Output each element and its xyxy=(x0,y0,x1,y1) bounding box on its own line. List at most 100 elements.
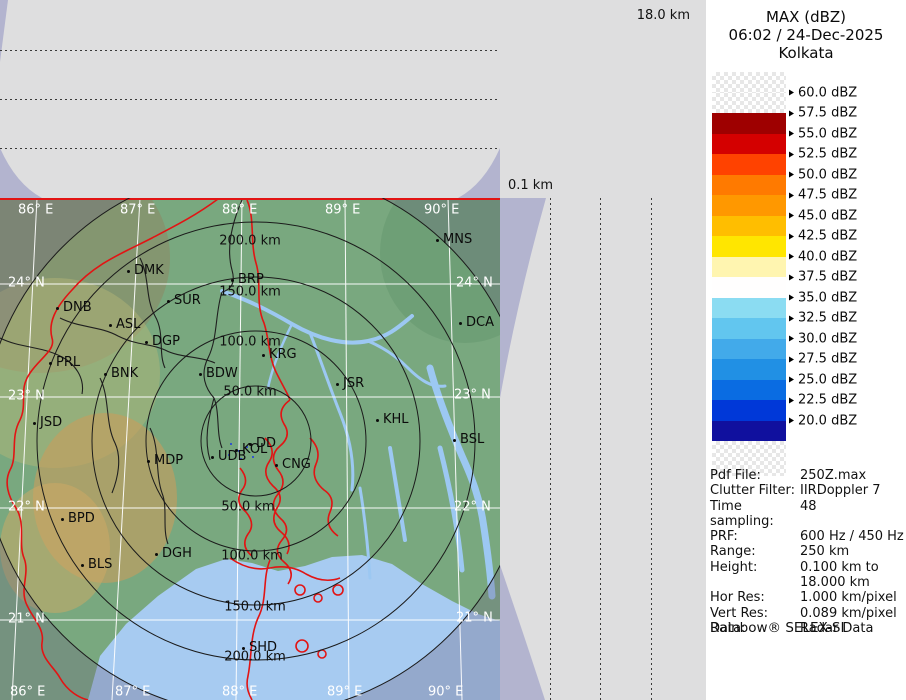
legend-swatch xyxy=(712,380,786,401)
graticule-label: 87° E xyxy=(115,685,150,700)
station-dot xyxy=(167,300,170,303)
legend-label: 47.5 dBZ xyxy=(789,188,857,203)
height-gridline xyxy=(651,198,652,700)
graticule-label: 87° E xyxy=(120,203,155,218)
legend-swatch xyxy=(712,318,786,339)
product-title: MAX (dBZ) xyxy=(706,8,906,26)
height-axis-max-label: 18.0 km xyxy=(637,8,690,23)
metadata-row: PRF:600 Hz / 450 Hz xyxy=(710,529,904,544)
station-code: SUR xyxy=(174,293,201,308)
legend-arrow-icon xyxy=(789,356,794,362)
metadata-row: Range:250 km xyxy=(710,544,904,559)
graticule-label: 21° N xyxy=(8,612,45,627)
station-dot xyxy=(61,518,64,521)
metadata-value: 0.100 km to xyxy=(800,560,904,575)
legend-arrow-icon xyxy=(789,110,794,116)
station-dot xyxy=(147,460,150,463)
station-dot xyxy=(242,647,245,650)
graticule-label: 90° E xyxy=(424,203,459,218)
station-code: ASL xyxy=(116,317,140,332)
height-gridline xyxy=(0,50,500,51)
graticule-label: 86° E xyxy=(10,685,45,700)
product-metadata: Pdf File:250Z.maxClutter Filter:IIRDoppl… xyxy=(710,468,904,636)
station-code: DMK xyxy=(134,263,164,278)
station-dot xyxy=(231,279,234,282)
legend-label: 40.0 dBZ xyxy=(789,249,857,264)
metadata-label: Hor Res: xyxy=(710,590,800,605)
station-code: BLS xyxy=(88,557,112,572)
legend-arrow-icon xyxy=(789,254,794,260)
legend-arrow-icon xyxy=(789,131,794,137)
legend-label: 20.0 dBZ xyxy=(789,413,857,428)
radar-site-name: Kolkata xyxy=(706,44,906,62)
graticule-label: 23° N xyxy=(454,388,491,403)
station-code: JSD xyxy=(40,415,62,430)
legend-swatch xyxy=(712,257,786,278)
legend-label: 60.0 dBZ xyxy=(789,85,857,100)
legend-swatch xyxy=(712,236,786,257)
station-code: BDW xyxy=(206,366,238,381)
station-code: DCA xyxy=(466,315,494,330)
software-brand: Rainbow® SELEX-SI xyxy=(710,620,844,636)
graticule-label: 23° N xyxy=(8,389,45,404)
graticule-label: 22° N xyxy=(454,500,491,515)
legend-label: 55.0 dBZ xyxy=(789,126,857,141)
color-scale xyxy=(712,72,786,476)
metadata-value: 18.000 km xyxy=(800,575,904,590)
station-code: BPD xyxy=(68,511,95,526)
legend-label: 52.5 dBZ xyxy=(789,147,857,162)
right-height-profile-panel xyxy=(500,198,706,700)
legend-swatch xyxy=(712,93,786,114)
legend-arrow-icon xyxy=(789,315,794,321)
graticule-label: 89° E xyxy=(327,685,362,700)
station-code: PRL xyxy=(56,355,80,370)
station-dot xyxy=(211,456,214,459)
title-block: MAX (dBZ) 06:02 / 24-Dec-2025 Kolkata xyxy=(706,8,906,62)
legend-swatch xyxy=(712,113,786,134)
metadata-row: Hor Res:1.000 km/pixel xyxy=(710,590,904,605)
station-dot xyxy=(376,419,379,422)
metadata-label: Pdf File: xyxy=(710,468,800,483)
top-height-profile-panel xyxy=(0,0,500,198)
legend-label: 42.5 dBZ xyxy=(789,229,857,244)
metadata-value: 600 Hz / 450 Hz xyxy=(800,529,904,544)
station-code: JSR xyxy=(343,376,364,391)
station-code: CNG xyxy=(282,457,311,472)
graticule-label: 88° E xyxy=(222,203,257,218)
station-dot xyxy=(275,464,278,467)
metadata-label: Range: xyxy=(710,544,800,559)
station-code: DGH xyxy=(162,546,192,561)
station-dot xyxy=(56,307,59,310)
station-code: MNS xyxy=(443,232,472,247)
legend-label: 27.5 dBZ xyxy=(789,352,857,367)
legend-swatch xyxy=(712,134,786,155)
station-dot xyxy=(145,341,148,344)
metadata-value: IIRDoppler 7 xyxy=(800,483,904,498)
station-code: BRP xyxy=(238,272,264,287)
station-dot xyxy=(109,324,112,327)
legend-label: 45.0 dBZ xyxy=(789,208,857,223)
metadata-value: 250 km xyxy=(800,544,904,559)
legend-swatch xyxy=(712,298,786,319)
legend-arrow-icon xyxy=(789,151,794,157)
legend-swatch xyxy=(712,400,786,421)
metadata-row: Time sampling:48 xyxy=(710,499,904,530)
height-gridline xyxy=(550,198,551,700)
legend-swatch xyxy=(712,175,786,196)
legend-label: 25.0 dBZ xyxy=(789,372,857,387)
legend-swatch xyxy=(712,195,786,216)
legend-panel: MAX (dBZ) 06:02 / 24-Dec-2025 Kolkata 60… xyxy=(706,0,906,700)
legend-swatch xyxy=(712,359,786,380)
station-dot xyxy=(436,239,439,242)
product-datetime: 06:02 / 24-Dec-2025 xyxy=(706,26,906,44)
range-ring-label: 50.0 km xyxy=(223,385,276,400)
right-panel-nodata-wedges xyxy=(500,198,706,700)
metadata-label: Height: xyxy=(710,560,800,575)
height-gridline xyxy=(600,198,601,700)
station-code: KRG xyxy=(269,347,297,362)
graticule-label: 88° E xyxy=(222,685,257,700)
metadata-label: Vert Res: xyxy=(710,606,800,621)
metadata-row: Clutter Filter:IIRDoppler 7 xyxy=(710,483,904,498)
legend-arrow-icon xyxy=(789,377,794,383)
metadata-row: Vert Res:0.089 km/pixel xyxy=(710,606,904,621)
